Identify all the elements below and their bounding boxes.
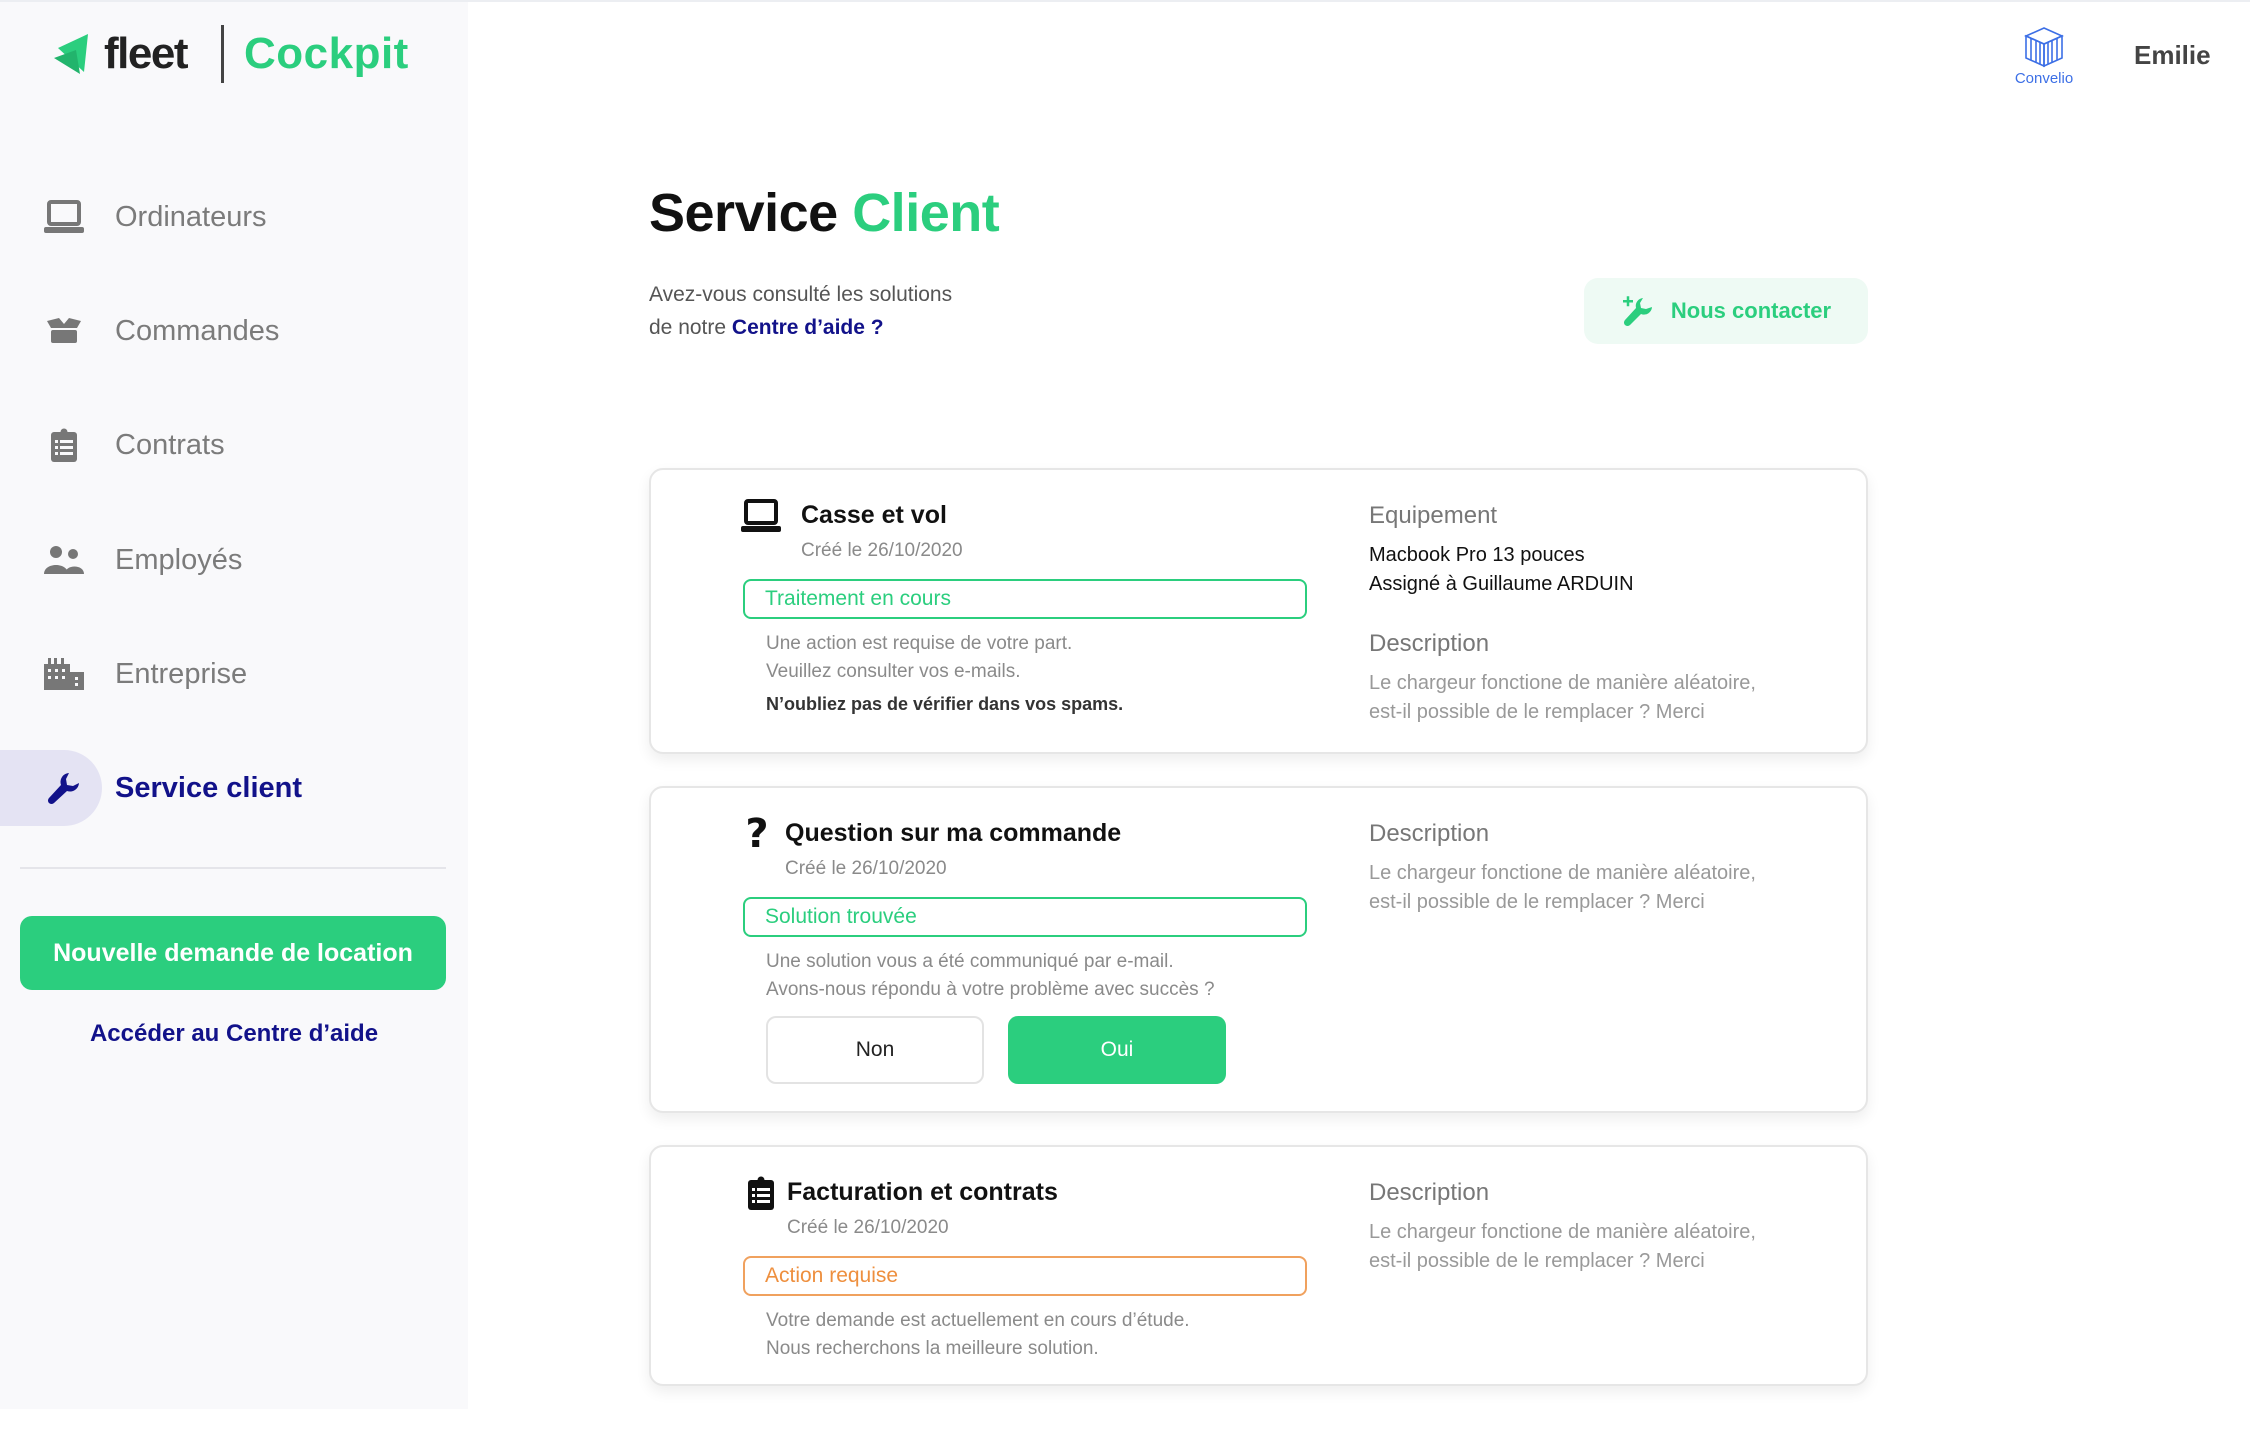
user-menu[interactable]: Emilie <box>2134 40 2211 71</box>
sidebar: fleet Cockpit Ordinateurs Commandes Cont… <box>0 2 468 1409</box>
description-heading: Description <box>1369 1179 1490 1206</box>
page-title-part1: Service <box>649 183 838 243</box>
yes-button[interactable]: Oui <box>1008 1016 1226 1084</box>
brand-name: fleet <box>104 29 188 78</box>
ticket-created-date: Créé le 26/10/2020 <box>787 1217 949 1238</box>
description-heading: Description <box>1369 630 1490 657</box>
ticket-created-date: Créé le 26/10/2020 <box>785 858 947 879</box>
ticket-category: Question sur ma commande <box>785 819 1122 847</box>
page-title: Service Client <box>649 182 1000 244</box>
status-label: Solution trouvée <box>765 905 917 928</box>
message-line: Votre demande est actuellement en cours … <box>766 1310 1190 1331</box>
message-line: Veuillez consulter vos e-mails. <box>766 661 1021 682</box>
description-line: est-il possible de le remplacer ? Merci <box>1369 891 1705 913</box>
box-icon <box>44 311 84 351</box>
laptop-icon <box>44 197 84 237</box>
page-title-part2: Client <box>852 183 1000 243</box>
wrench-plus-icon <box>1622 296 1652 327</box>
ticket-message: Votre demande est actuellement en cours … <box>766 1307 1190 1363</box>
equipment-assignee: Assigné à Guillaume ARDUIN <box>1369 573 1634 595</box>
intro-line1: Avez-vous consulté les solutions <box>649 283 953 306</box>
message-line: Une solution vous a été communiqué par e… <box>766 951 1174 972</box>
description-text: Le chargeur fonctione de manière aléatoi… <box>1369 1218 1756 1276</box>
sidebar-item-label: Entreprise <box>115 657 248 690</box>
ticket-card[interactable]: Facturation et contrats Créé le 26/10/20… <box>649 1145 1868 1386</box>
sidebar-item-service-client[interactable]: Service client <box>0 750 468 826</box>
product-name: Cockpit <box>243 29 409 78</box>
message-line: Une action est requise de votre part. <box>766 633 1073 654</box>
logo-separator <box>220 25 224 83</box>
help-center-inline-link[interactable]: Centre d’aide ? <box>732 316 884 339</box>
status-badge: Solution trouvée <box>743 897 1307 937</box>
no-button[interactable]: Non <box>766 1016 984 1084</box>
logo[interactable]: fleet Cockpit <box>54 24 409 84</box>
help-center-link[interactable]: Accéder au Centre d’aide <box>0 1020 468 1048</box>
ticket-category: Casse et vol <box>801 501 947 529</box>
company-logo[interactable]: Convelio <box>2012 26 2076 87</box>
building-icon <box>44 654 84 694</box>
intro-line2-prefix: de notre <box>649 316 727 339</box>
question-icon: ? <box>745 811 769 857</box>
ticket-message: Une solution vous a été communiqué par e… <box>766 948 1215 1004</box>
sidebar-item-ordinateurs[interactable]: Ordinateurs <box>0 179 468 255</box>
ticket-category: Facturation et contrats <box>787 1178 1058 1206</box>
sidebar-item-label: Commandes <box>115 314 280 347</box>
sidebar-divider <box>20 867 446 869</box>
sidebar-item-commandes[interactable]: Commandes <box>0 293 468 369</box>
contact-us-button[interactable]: Nous contacter <box>1584 278 1868 344</box>
equipment-heading: Equipement <box>1369 502 1498 529</box>
description-line: est-il possible de le remplacer ? Merci <box>1369 701 1705 723</box>
status-label: Traitement en cours <box>765 587 951 610</box>
intro-text: Avez-vous consulté les solutions de notr… <box>649 278 952 344</box>
sidebar-item-employes[interactable]: Employés <box>0 522 468 598</box>
contact-us-label: Nous contacter <box>1670 298 1832 323</box>
ticket-created-date: Créé le 26/10/2020 <box>801 540 963 561</box>
crate-icon <box>2024 27 2064 68</box>
sidebar-item-label: Contrats <box>115 428 225 461</box>
message-line: Avons-nous répondu à votre problème avec… <box>766 979 1215 1000</box>
sidebar-item-label: Employés <box>115 543 243 576</box>
clipboard-icon <box>741 1173 781 1213</box>
sidebar-item-label: Ordinateurs <box>115 200 267 233</box>
company-name: Convelio <box>2014 70 2074 87</box>
users-icon <box>44 540 84 580</box>
status-badge: Action requise <box>743 1256 1307 1296</box>
description-line: Le chargeur fonctione de manière aléatoi… <box>1369 672 1756 694</box>
description-heading: Description <box>1369 820 1490 847</box>
description-line: Le chargeur fonctione de manière aléatoi… <box>1369 1221 1756 1243</box>
status-label: Action requise <box>765 1264 899 1287</box>
message-line: Nous recherchons la meilleure solution. <box>766 1338 1099 1359</box>
ticket-card[interactable]: ? Question sur ma commande Créé le 26/10… <box>649 786 1868 1113</box>
ticket-message: Une action est requise de votre part. Ve… <box>766 630 1123 718</box>
description-text: Le chargeur fonctione de manière aléatoi… <box>1369 669 1756 727</box>
description-line: Le chargeur fonctione de manière aléatoi… <box>1369 862 1756 884</box>
description-text: Le chargeur fonctione de manière aléatoi… <box>1369 859 1756 917</box>
new-rental-request-button[interactable]: Nouvelle demande de location <box>20 916 446 990</box>
equipment-details: Macbook Pro 13 pouces Assigné à Guillaum… <box>1369 541 1634 599</box>
ticket-card[interactable]: Casse et vol Créé le 26/10/2020 Traiteme… <box>649 468 1868 754</box>
sidebar-item-label: Service client <box>115 771 302 804</box>
clipboard-icon <box>44 425 84 465</box>
sidebar-item-contrats[interactable]: Contrats <box>0 407 468 483</box>
wrench-icon <box>44 768 84 808</box>
status-badge: Traitement en cours <box>743 579 1307 619</box>
description-line: est-il possible de le remplacer ? Merci <box>1369 1250 1705 1272</box>
message-note: N’oubliez pas de vérifier dans vos spams… <box>766 694 1124 714</box>
equipment-model: Macbook Pro 13 pouces <box>1369 544 1585 566</box>
fleet-logo-icon <box>54 34 88 74</box>
sidebar-item-entreprise[interactable]: Entreprise <box>0 636 468 712</box>
laptop-icon <box>741 496 781 536</box>
